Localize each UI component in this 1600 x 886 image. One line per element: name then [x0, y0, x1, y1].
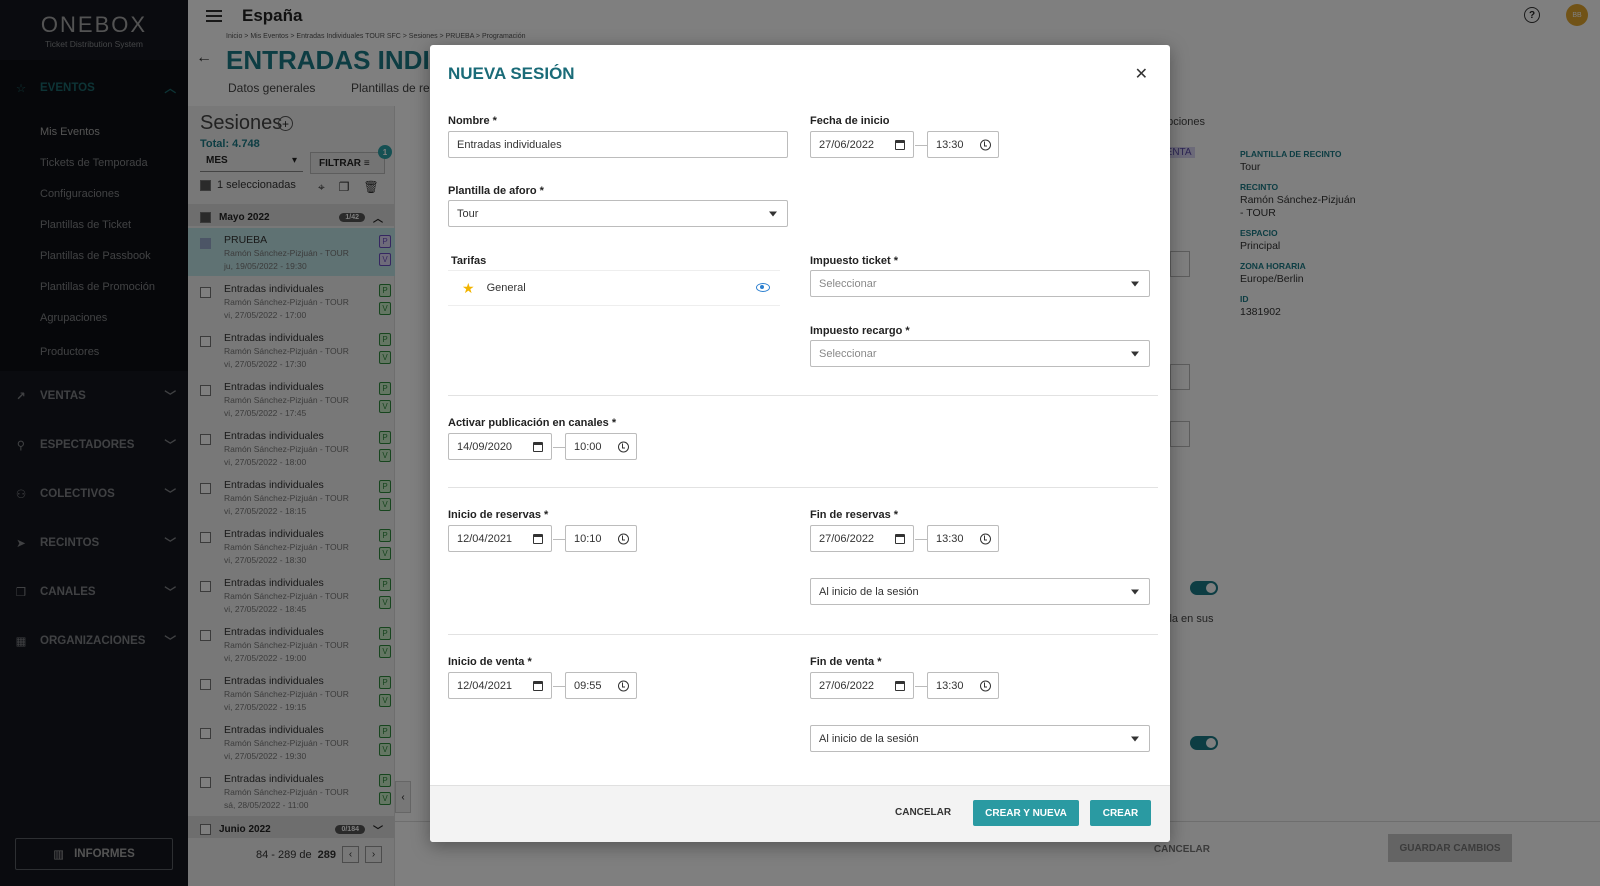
- plantilla-label: Plantilla de aforo *: [448, 185, 544, 197]
- inicio-venta-date-input[interactable]: 12/04/2021: [448, 672, 552, 699]
- close-icon[interactable]: ✕: [1135, 64, 1148, 84]
- tarifas-label: Tarifas: [451, 255, 487, 267]
- fecha-inicio-time: 13:30: [936, 138, 964, 151]
- nombre-label: Nombre *: [448, 115, 497, 127]
- caret-down-icon: [1131, 589, 1139, 594]
- fin-venta-time: 13:30: [936, 679, 964, 692]
- calendar-icon[interactable]: [895, 533, 905, 544]
- fin-venta-time-input[interactable]: 13:30: [927, 672, 999, 699]
- create-button[interactable]: CREAR: [1090, 800, 1151, 826]
- nombre-input[interactable]: Entradas individuales: [448, 131, 788, 158]
- section-divider: [448, 487, 1158, 488]
- activar-time-input[interactable]: 10:00: [565, 433, 637, 460]
- fin-reservas-date-input[interactable]: 27/06/2022: [810, 525, 914, 552]
- calendar-icon[interactable]: [533, 441, 543, 452]
- calendar-icon[interactable]: [533, 680, 543, 691]
- caret-down-icon: [769, 211, 777, 216]
- clock-icon[interactable]: [980, 533, 991, 544]
- impuesto-ticket-select[interactable]: Seleccionar: [810, 270, 1150, 297]
- tarifa-name: General: [486, 282, 526, 294]
- fecha-inicio-date-input[interactable]: 27/06/2022: [810, 131, 914, 158]
- activar-time: 10:00: [574, 440, 602, 453]
- calendar-icon[interactable]: [895, 139, 905, 150]
- section-divider: [448, 634, 1158, 635]
- inicio-venta-time-input[interactable]: 09:55: [565, 672, 637, 699]
- plantilla-select[interactable]: Tour: [448, 200, 788, 227]
- fin-venta-date: 27/06/2022: [819, 679, 875, 692]
- dialog-title: NUEVA SESIÓN: [448, 64, 575, 83]
- clock-icon[interactable]: [618, 441, 629, 452]
- date-time-separator: [553, 447, 565, 448]
- inicio-reservas-label: Inicio de reservas *: [448, 509, 549, 521]
- fecha-inicio-date: 27/06/2022: [819, 138, 875, 151]
- date-time-separator: [553, 686, 565, 687]
- fecha-inicio-time-input[interactable]: 13:30: [927, 131, 999, 158]
- caret-down-icon: [1131, 351, 1139, 356]
- clock-icon[interactable]: [980, 139, 991, 150]
- plantilla-value: Tour: [457, 207, 479, 220]
- calendar-icon[interactable]: [895, 680, 905, 691]
- star-icon: ★: [462, 279, 475, 296]
- inicio-venta-date: 12/04/2021: [457, 679, 513, 692]
- fin-reservas-option: Al inicio de la sesión: [819, 585, 919, 598]
- fin-venta-date-input[interactable]: 27/06/2022: [810, 672, 914, 699]
- create-and-new-button[interactable]: CREAR Y NUEVA: [973, 800, 1079, 826]
- fin-reservas-time-input[interactable]: 13:30: [927, 525, 999, 552]
- nombre-value: Entradas individuales: [457, 138, 562, 151]
- impuesto-recargo-select[interactable]: Seleccionar: [810, 340, 1150, 367]
- fin-venta-option-select[interactable]: Al inicio de la sesión: [810, 725, 1150, 752]
- calendar-icon[interactable]: [533, 533, 543, 544]
- date-time-separator: [915, 686, 927, 687]
- dialog-footer: CANCELAR CREAR Y NUEVA CREAR: [430, 785, 1170, 842]
- impuesto-ticket-placeholder: Seleccionar: [819, 277, 877, 290]
- clock-icon[interactable]: [618, 533, 629, 544]
- inicio-reservas-time: 10:10: [574, 532, 602, 545]
- inicio-reservas-time-input[interactable]: 10:10: [565, 525, 637, 552]
- date-time-separator: [915, 145, 927, 146]
- clock-icon[interactable]: [980, 680, 991, 691]
- inicio-reservas-date: 12/04/2021: [457, 532, 513, 545]
- cancel-button[interactable]: CANCELAR: [895, 807, 951, 818]
- date-time-separator: [553, 539, 565, 540]
- fin-reservas-date: 27/06/2022: [819, 532, 875, 545]
- tarifa-row: ★ General: [448, 270, 780, 306]
- eye-icon[interactable]: [756, 283, 770, 292]
- fin-reservas-option-select[interactable]: Al inicio de la sesión: [810, 578, 1150, 605]
- impuesto-recargo-label: Impuesto recargo *: [810, 325, 910, 337]
- date-time-separator: [915, 539, 927, 540]
- activar-date-input[interactable]: 14/09/2020: [448, 433, 552, 460]
- clock-icon[interactable]: [618, 680, 629, 691]
- caret-down-icon: [1131, 281, 1139, 286]
- new-session-dialog: NUEVA SESIÓN ✕ Nombre * Entradas individ…: [430, 45, 1170, 842]
- fin-reservas-time: 13:30: [936, 532, 964, 545]
- impuesto-recargo-placeholder: Seleccionar: [819, 347, 877, 360]
- inicio-reservas-date-input[interactable]: 12/04/2021: [448, 525, 552, 552]
- inicio-venta-label: Inicio de venta *: [448, 656, 532, 668]
- caret-down-icon: [1131, 736, 1139, 741]
- inicio-venta-time: 09:55: [574, 679, 602, 692]
- activar-label: Activar publicación en canales *: [448, 417, 617, 429]
- activar-date: 14/09/2020: [457, 440, 513, 453]
- fin-reservas-label: Fin de reservas *: [810, 509, 899, 521]
- section-divider: [448, 395, 1158, 396]
- fin-venta-label: Fin de venta *: [810, 656, 882, 668]
- impuesto-ticket-label: Impuesto ticket *: [810, 255, 899, 267]
- fecha-inicio-label: Fecha de inicio: [810, 115, 890, 127]
- fin-venta-option: Al inicio de la sesión: [819, 732, 919, 745]
